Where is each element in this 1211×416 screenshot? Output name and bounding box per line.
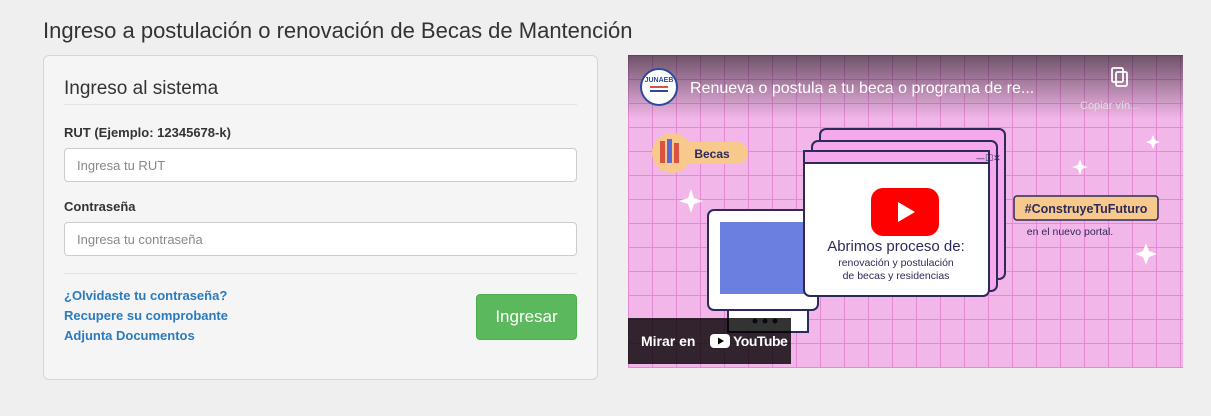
hashtag-text: #ConstruyeTuFuturo: [1025, 202, 1148, 216]
channel-logo-text: JUNAEB: [645, 77, 674, 84]
page-title: Ingreso a postulación o renovación de Be…: [43, 18, 633, 43]
login-panel: Ingreso al sistema RUT (Ejemplo: 1234567…: [43, 55, 598, 380]
youtube-wordmark: YouTube: [733, 333, 788, 349]
hashtag-subtext: en el nuevo portal.: [1027, 226, 1113, 238]
forgot-password-link[interactable]: ¿Olvidaste tu contraseña?: [64, 286, 228, 306]
password-input[interactable]: [64, 222, 577, 256]
recover-receipt-link[interactable]: Recupere su comprobante: [64, 306, 228, 326]
window-line2: de becas y residencias: [843, 270, 950, 282]
copy-link-label[interactable]: Copiar vín...: [1080, 100, 1139, 112]
video-title[interactable]: Renueva o postula a tu beca o programa d…: [690, 80, 1034, 97]
form-divider: [64, 273, 577, 274]
login-button[interactable]: Ingresar: [476, 294, 577, 340]
window-heading: Abrimos proceso de:: [827, 238, 965, 255]
becas-badge-label: Becas: [694, 147, 730, 161]
play-button-icon[interactable]: [871, 188, 939, 236]
youtube-logo-icon: [710, 334, 730, 348]
window-line1: renovación y postulación: [838, 257, 954, 269]
youtube-video-embed[interactable]: —☐✕ Abrimos proceso de: renovación y pos…: [628, 55, 1183, 368]
attach-documents-link[interactable]: Adjunta Documentos: [64, 326, 228, 346]
rut-label: RUT (Ejemplo: 12345678-k): [64, 125, 231, 140]
video-thumbnail: —☐✕ Abrimos proceso de: renovación y pos…: [628, 55, 1183, 368]
password-label: Contraseña: [64, 199, 136, 214]
rut-input[interactable]: [64, 148, 577, 182]
help-links: ¿Olvidaste tu contraseña? Recupere su co…: [64, 286, 228, 346]
watch-on-label: Mirar en: [641, 333, 695, 349]
login-legend: Ingreso al sistema: [64, 78, 577, 105]
svg-text:—☐✕: —☐✕: [976, 154, 1001, 164]
